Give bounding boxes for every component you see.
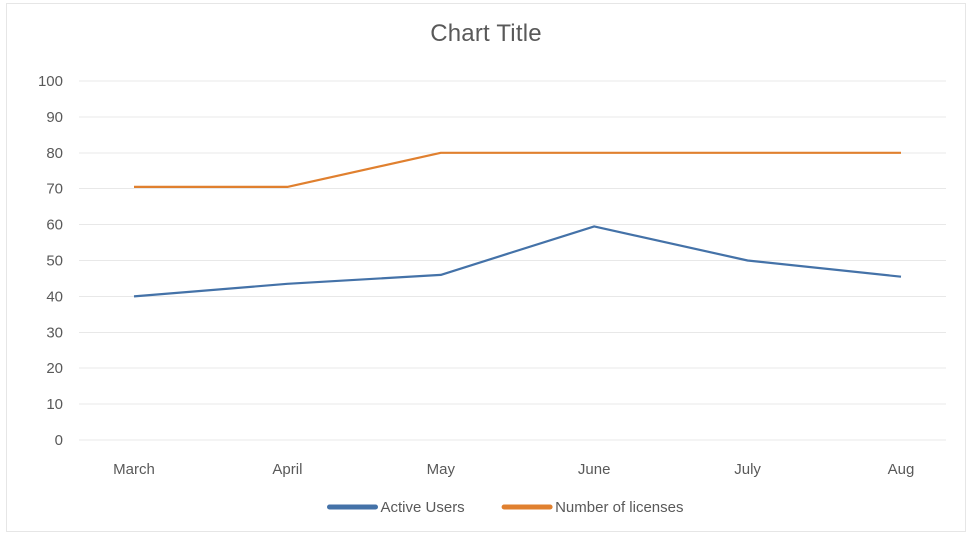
chart-container[interactable]: Chart Title 0102030405060708090100 March…	[6, 3, 966, 532]
legend-label: Number of licenses	[555, 499, 683, 516]
y-tick-label: 20	[46, 360, 63, 377]
legend-item[interactable]: Number of licenses	[504, 499, 683, 516]
legend-label: Active Users	[381, 499, 465, 516]
y-tick-label: 100	[38, 73, 63, 90]
y-tick-label: 90	[46, 109, 63, 126]
y-tick-label: 80	[46, 145, 63, 162]
x-category-label: Aug	[888, 461, 915, 478]
x-category-label: March	[113, 461, 155, 478]
y-tick-label: 40	[46, 288, 63, 305]
y-tick-label: 10	[46, 396, 63, 413]
x-axis-category-labels: March April May June July Aug	[113, 461, 914, 478]
x-category-label: May	[427, 461, 456, 478]
y-tick-label: 70	[46, 181, 63, 198]
x-category-label: April	[272, 461, 302, 478]
series-line-2[interactable]	[134, 153, 901, 187]
x-category-label: June	[578, 461, 611, 478]
y-axis-tick-labels: 0 10 20 30 40 50 60 70 80 90 100	[38, 73, 63, 449]
y-tick-label: 0	[55, 432, 63, 449]
y-tick-label: 50	[46, 253, 63, 270]
chart-legend[interactable]: Active Users Number of licenses	[330, 499, 684, 516]
x-category-label: July	[734, 461, 761, 478]
gridlines-group	[79, 81, 946, 440]
y-tick-label: 60	[46, 217, 63, 234]
y-tick-label: 30	[46, 324, 63, 341]
line-chart-plot[interactable]: 0 10 20 30 40 50 60 70 80 90 100 March April May June…	[7, 4, 967, 533]
series-line-1[interactable]	[134, 226, 901, 296]
legend-item[interactable]: Active Users	[330, 499, 465, 516]
